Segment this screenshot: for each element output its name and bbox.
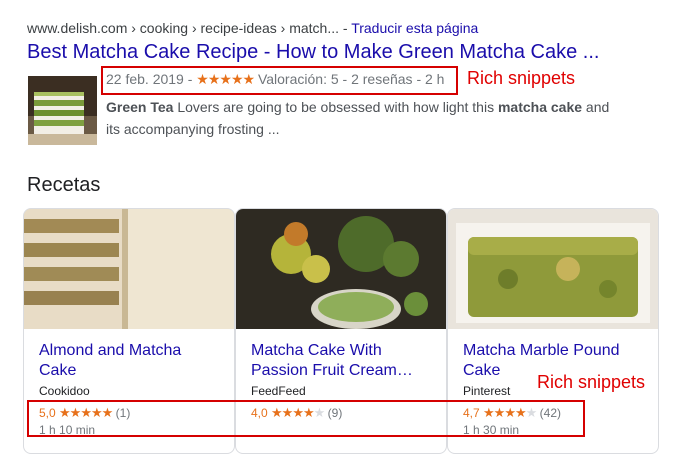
recipe-image	[448, 209, 658, 329]
result-title-link[interactable]: Best Matcha Cake Recipe - How to Make Gr…	[27, 41, 599, 64]
recipe-title[interactable]: Matcha Cake With Passion Fruit Cream…	[251, 341, 431, 381]
recipe-image	[24, 209, 234, 329]
url-separator: -	[339, 20, 352, 36]
recipe-source: Cookidoo	[39, 384, 90, 398]
breadcrumb: www.delish.com › cooking › recipe-ideas …	[27, 20, 339, 36]
rich-snippets-label-top: Rich snippets	[467, 68, 576, 88]
result-thumbnail[interactable]	[28, 76, 97, 145]
translate-link[interactable]: Traducir esta página	[351, 20, 478, 36]
recipe-image	[236, 209, 446, 329]
rich-snippet-highlight-bottom	[27, 400, 585, 437]
section-title: Recetas	[27, 174, 101, 196]
rich-snippet-highlight-top	[101, 66, 458, 95]
recipe-source: Pinterest	[463, 384, 511, 398]
recipe-source: FeedFeed	[251, 384, 306, 398]
result-url[interactable]: www.delish.com › cooking › recipe-ideas …	[27, 20, 478, 36]
snippet-bold: matcha cake	[497, 99, 583, 115]
snippet-text: Lovers are going to be obsessed with how…	[173, 99, 498, 115]
recipe-title[interactable]: Almond and Matcha Cake	[39, 341, 219, 381]
snippet-bold: Green Tea	[106, 99, 174, 115]
rich-snippets-label-bottom: Rich snippets	[537, 372, 646, 392]
result-snippet: Green Tea Lovers are going to be obsesse…	[106, 96, 626, 140]
